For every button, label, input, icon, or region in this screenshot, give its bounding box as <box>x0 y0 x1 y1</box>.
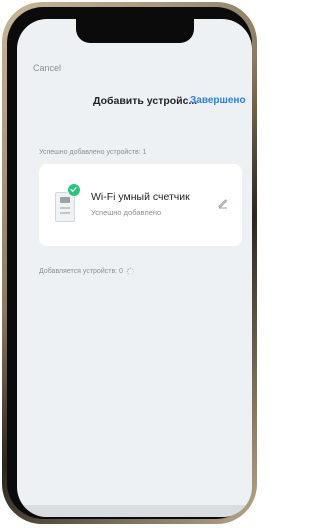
page-title: Добавить устройс... <box>93 95 198 107</box>
device-name: Wi-Fi умный счетчик <box>91 191 190 203</box>
bottom-bar <box>17 505 252 517</box>
phone-notch <box>76 19 194 43</box>
edit-icon[interactable] <box>216 196 230 210</box>
app-screen: Cancel Добавить устройс... Завершено Усп… <box>17 19 252 517</box>
success-count-text: Успешно добавлено устройств: 1 <box>39 149 147 156</box>
loading-spinner-icon <box>126 267 135 276</box>
adding-status: Добавляется устройств: 0 <box>39 267 135 276</box>
done-button[interactable]: Завершено <box>190 95 246 106</box>
phone-frame: Cancel Добавить устройс... Завершено Усп… <box>2 2 257 524</box>
adding-count-text: Добавляется устройств: 0 <box>39 268 123 275</box>
phone-bezel: Cancel Добавить устройс... Завершено Усп… <box>7 7 252 519</box>
cancel-button[interactable]: Cancel <box>33 63 61 73</box>
header-bar: Добавить устройс... Завершено <box>17 95 252 111</box>
device-status: Успешно добавлено <box>91 208 162 217</box>
check-icon <box>67 183 81 197</box>
device-card[interactable]: Wi-Fi умный счетчик Успешно добавлено <box>39 164 242 246</box>
